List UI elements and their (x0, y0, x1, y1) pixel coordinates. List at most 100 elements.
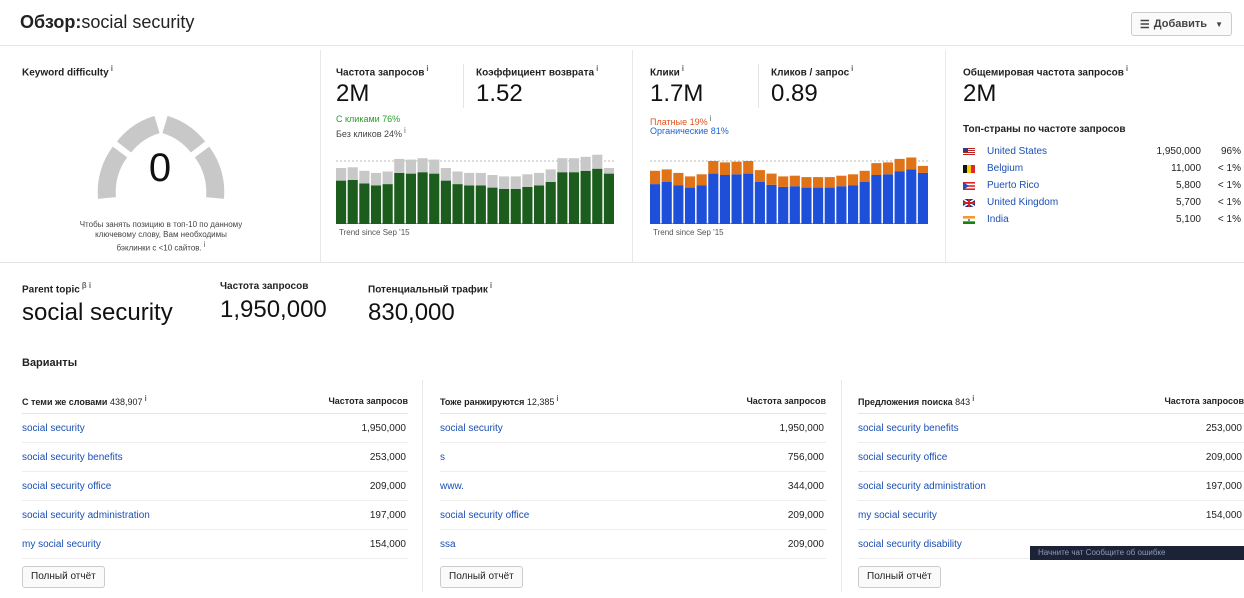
info-icon[interactable]: i (404, 126, 406, 135)
clicks-bar-lower (778, 186, 789, 224)
info-icon[interactable]: i (682, 64, 684, 73)
clicks-per-query-label: Кликов / запрос i (771, 64, 854, 79)
info-icon[interactable]: i (204, 240, 206, 249)
volume-bar-upper (510, 176, 521, 189)
clicks-bar-lower (696, 185, 707, 224)
clicks-bar-lower (766, 184, 777, 224)
country-row[interactable]: Belgium 11,000 < 1% (963, 163, 1243, 177)
trend-label: Trend since Sep '15 (339, 228, 410, 237)
info-icon[interactable]: i (426, 64, 428, 73)
divider (841, 380, 842, 592)
clicks-bar-lower (906, 169, 917, 224)
info-icon[interactable]: β i (82, 281, 91, 290)
clicks-bar-lower (719, 175, 731, 224)
clicks-per-query-value: 0.89 (771, 80, 818, 107)
page-header: Обзор:social security ☰ Добавить ▼ (0, 0, 1244, 46)
clicks-bar-lower (871, 175, 882, 224)
full-report-button[interactable]: Полный отчёт (22, 566, 105, 588)
table-row: social security office 209,000 (440, 501, 826, 530)
volume-bar-upper (568, 158, 580, 173)
clicks-bar-upper (906, 157, 917, 170)
clicks-bar-lower (684, 187, 696, 224)
page-title: Обзор:social security (20, 12, 195, 32)
volume-bar-lower (464, 185, 475, 224)
country-row[interactable]: United States 1,950,000 96% (963, 146, 1243, 160)
volume-bar-lower (336, 180, 347, 224)
clicks-bar-upper (824, 177, 835, 188)
clicks-bar-lower (917, 172, 928, 224)
info-icon[interactable]: i (1126, 64, 1128, 73)
clicks-bar-upper (708, 161, 719, 174)
volume-bar-lower (417, 172, 428, 224)
clicks-bar-upper (847, 174, 859, 186)
keyword-difficulty-panel: Keyword difficulty i 0 Чтобы занять позиц… (0, 50, 320, 262)
clicks-bar-lower (754, 182, 765, 224)
pr-flag-icon (963, 182, 975, 190)
clicks-bar-upper (894, 158, 905, 172)
caret-down-icon: ▼ (1215, 19, 1223, 29)
add-button[interactable]: ☰ Добавить ▼ (1130, 12, 1232, 36)
volume-bar-lower (522, 186, 533, 224)
with-clicks-stat: С кликами 76% (336, 114, 401, 124)
volume-bar-lower (533, 185, 545, 224)
info-icon[interactable]: i (972, 394, 974, 403)
volume-trend-chart (336, 154, 614, 224)
volume-bar-lower (568, 172, 580, 224)
return-rate-label: Коэффициент возврата i (476, 64, 599, 79)
clicks-bar-lower (731, 174, 742, 224)
clicks-bar-lower (789, 186, 800, 224)
country-row[interactable]: United Kingdom 5,700 < 1% (963, 197, 1243, 211)
volume-bar-lower (510, 189, 521, 224)
gb-flag-icon (963, 199, 975, 207)
clicks-bar-lower (801, 187, 812, 224)
country-row[interactable]: India 5,100 < 1% (963, 214, 1243, 228)
clicks-bar-upper (673, 172, 684, 186)
volume-bar-lower (545, 182, 556, 224)
parent-topic: Parent topic β i social security (22, 281, 173, 327)
info-icon[interactable]: i (145, 394, 147, 403)
variants-title: Варианты (22, 357, 78, 369)
parent-topic-value[interactable]: social security (22, 299, 173, 327)
volume-bar-lower (475, 185, 486, 224)
kd-note: Чтобы занять позицию в топ-10 по данному… (79, 220, 243, 253)
clicks-panel: Клики i 1.7M Кликов / запрос i 0.89 Платны… (633, 50, 943, 262)
clicks-bar-upper (801, 177, 812, 188)
volume-value: 2M (336, 80, 370, 107)
volume-bar-upper (533, 172, 545, 186)
global-volume-panel: Общемировая частота запросов i 2M Топ-стр… (946, 50, 1244, 262)
info-icon[interactable]: i (490, 281, 492, 290)
volume-bar-lower (429, 173, 440, 224)
support-chat-bar[interactable]: Начните чат Сообщите об ошибке (1030, 546, 1244, 560)
parent-topic-row: Parent topic β i social security Частота … (0, 262, 1244, 338)
variants-header: Тоже ранжируются 12,385 i Частота запросо… (440, 388, 826, 414)
full-report-button[interactable]: Полный отчёт (858, 566, 941, 588)
info-icon[interactable]: i (851, 64, 853, 73)
volume-bar-lower (440, 180, 451, 224)
volume-bar-lower (382, 184, 393, 224)
info-icon[interactable]: i (710, 114, 712, 123)
table-row: social security administration 197,000 (858, 472, 1244, 501)
clicks-bar-upper (650, 170, 661, 185)
info-icon[interactable]: i (596, 64, 598, 73)
clicks-bar-lower (661, 182, 672, 224)
info-icon[interactable]: i (556, 394, 558, 403)
clicks-bar-lower (882, 174, 894, 224)
full-report-button[interactable]: Полный отчёт (440, 566, 523, 588)
clicks-bar-upper (836, 175, 847, 187)
volume-bar-upper (370, 172, 382, 186)
variants-header: С теми же словами 438,907 i Частота запро… (22, 388, 408, 414)
volume-bar-lower (603, 173, 614, 224)
divider (422, 380, 423, 592)
clicks-bar-lower (813, 187, 824, 224)
country-row[interactable]: Puerto Rico 5,800 < 1% (963, 180, 1243, 194)
info-icon[interactable]: i (111, 64, 113, 73)
volume-bar-upper (417, 158, 428, 173)
volume-bar-upper (347, 167, 358, 180)
clicks-bar-lower (859, 182, 870, 224)
clicks-bar-upper (766, 173, 777, 185)
clicks-bar-lower (650, 184, 661, 224)
global-volume-value: 2M (963, 80, 997, 107)
clicks-bar-upper (917, 165, 928, 173)
table-row: my social security 154,000 (22, 530, 408, 559)
volume-bar-upper (499, 176, 510, 189)
